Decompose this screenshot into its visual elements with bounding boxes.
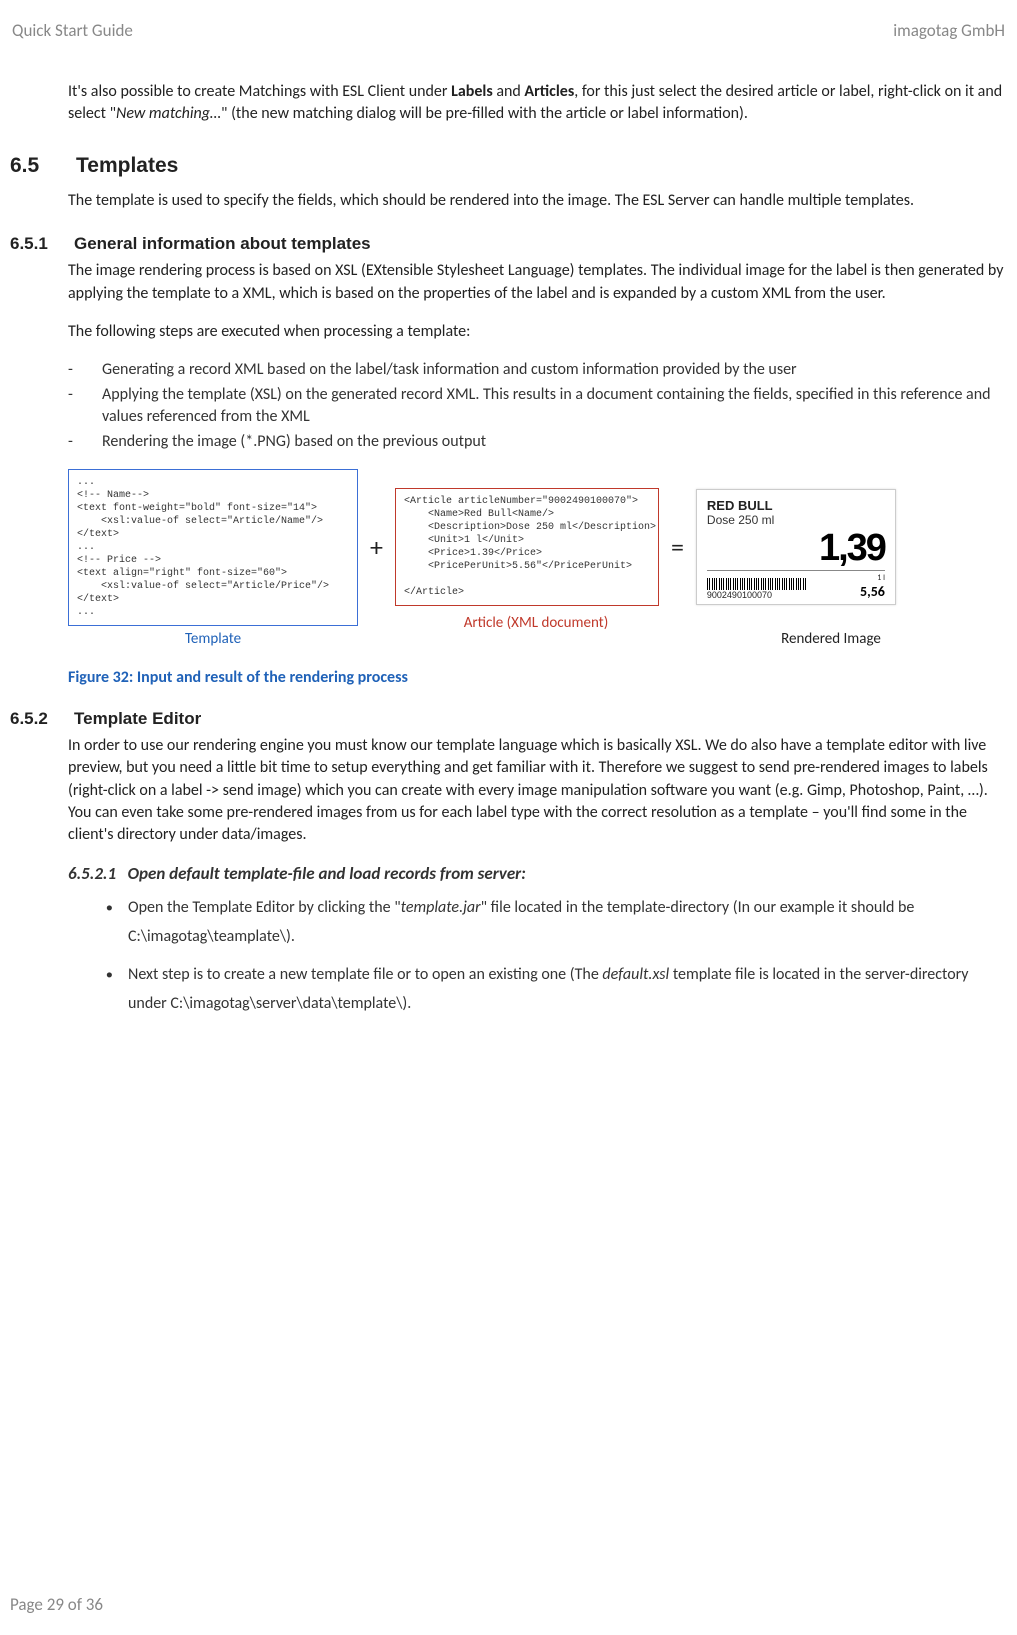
subsection-number-6-5-2: 6.5.2 bbox=[10, 709, 58, 729]
intro-paragraph: It's also possible to create Matchings w… bbox=[68, 81, 1007, 126]
bullet-step-2: Next step is to create a new template fi… bbox=[106, 961, 1007, 1019]
subsub-title: Open default template-file and load reco… bbox=[128, 863, 526, 884]
render-unit: 1 l bbox=[860, 573, 885, 583]
templates-intro-para: The template is used to specify the fiel… bbox=[68, 190, 1007, 212]
intro-pre: It's also possible to create Matchings w… bbox=[68, 82, 451, 101]
section-number-6-5: 6.5 bbox=[10, 154, 52, 178]
render-product-name: RED BULL bbox=[707, 498, 885, 513]
figure-caption-32: Figure 32: Input and result of the rende… bbox=[68, 668, 1007, 687]
section-title-templates: Templates bbox=[76, 154, 178, 178]
subsection-title-general-info: General information about templates bbox=[74, 234, 371, 254]
step-1: Generating a record XML based on the lab… bbox=[102, 359, 797, 381]
render-product-desc: Dose 250 ml bbox=[707, 513, 885, 527]
b1-pre: Open the Template Editor by clicking the… bbox=[128, 898, 401, 917]
template-code-box: ... <!-- Name--> <text font-weight="bold… bbox=[68, 469, 358, 626]
equals-symbol: = bbox=[671, 531, 684, 563]
step-2: Applying the template (XSL) on the gener… bbox=[102, 384, 1007, 429]
b2-pre: Next step is to create a new template fi… bbox=[128, 965, 602, 984]
intro-post: " (the new matching dialog will be pre-f… bbox=[221, 104, 748, 123]
diagram-label-template: Template bbox=[68, 630, 358, 648]
subsub-num: 6.5.2.1 bbox=[68, 863, 116, 884]
render-barcode bbox=[707, 578, 807, 590]
b2-italic: default.xsl bbox=[602, 965, 669, 984]
intro-bold-articles: Articles bbox=[524, 82, 574, 101]
intro-bold-labels: Labels bbox=[451, 82, 493, 101]
intro-mid1: and bbox=[493, 82, 525, 101]
header-left: Quick Start Guide bbox=[12, 20, 133, 41]
bullet-step-1: Open the Template Editor by clicking the… bbox=[106, 894, 1007, 952]
article-code-box: <Article articleNumber="9002490100070"> … bbox=[395, 488, 659, 606]
render-price-per-unit: 5,56 bbox=[860, 583, 885, 600]
subsection-title-template-editor: Template Editor bbox=[74, 709, 201, 729]
render-barcode-number: 9002490100070 bbox=[707, 590, 807, 600]
diagram-label-rendered: Rendered Image bbox=[726, 630, 936, 648]
plus-symbol: + bbox=[370, 531, 383, 563]
render-price: 1,39 bbox=[707, 527, 885, 570]
general-info-p1: The image rendering process is based on … bbox=[68, 260, 1007, 305]
b1-italic: template.jar bbox=[401, 898, 481, 917]
header-right: imagotag GmbH bbox=[893, 20, 1005, 41]
step-3: Rendering the image (*.PNG) based on the… bbox=[102, 431, 486, 453]
rendered-image-preview: RED BULL Dose 250 ml 1,39 9002490100070 … bbox=[696, 489, 896, 605]
rendering-diagram: ... <!-- Name--> <text font-weight="bold… bbox=[68, 469, 1007, 626]
page-footer: Page 29 of 36 bbox=[10, 1594, 103, 1615]
general-info-p2: The following steps are executed when pr… bbox=[68, 321, 1007, 343]
diagram-label-article: Article (XML document) bbox=[404, 614, 668, 632]
template-editor-para: In order to use our rendering engine you… bbox=[68, 735, 1007, 847]
subsection-number-6-5-1: 6.5.1 bbox=[10, 234, 58, 254]
intro-italic-newmatching: New matching… bbox=[116, 104, 221, 123]
open-template-steps: Open the Template Editor by clicking the… bbox=[68, 894, 1007, 1019]
processing-steps-list: Generating a record XML based on the lab… bbox=[68, 359, 1007, 453]
subsubsection-6-5-2-1: 6.5.2.1 Open default template-file and l… bbox=[68, 863, 1007, 884]
